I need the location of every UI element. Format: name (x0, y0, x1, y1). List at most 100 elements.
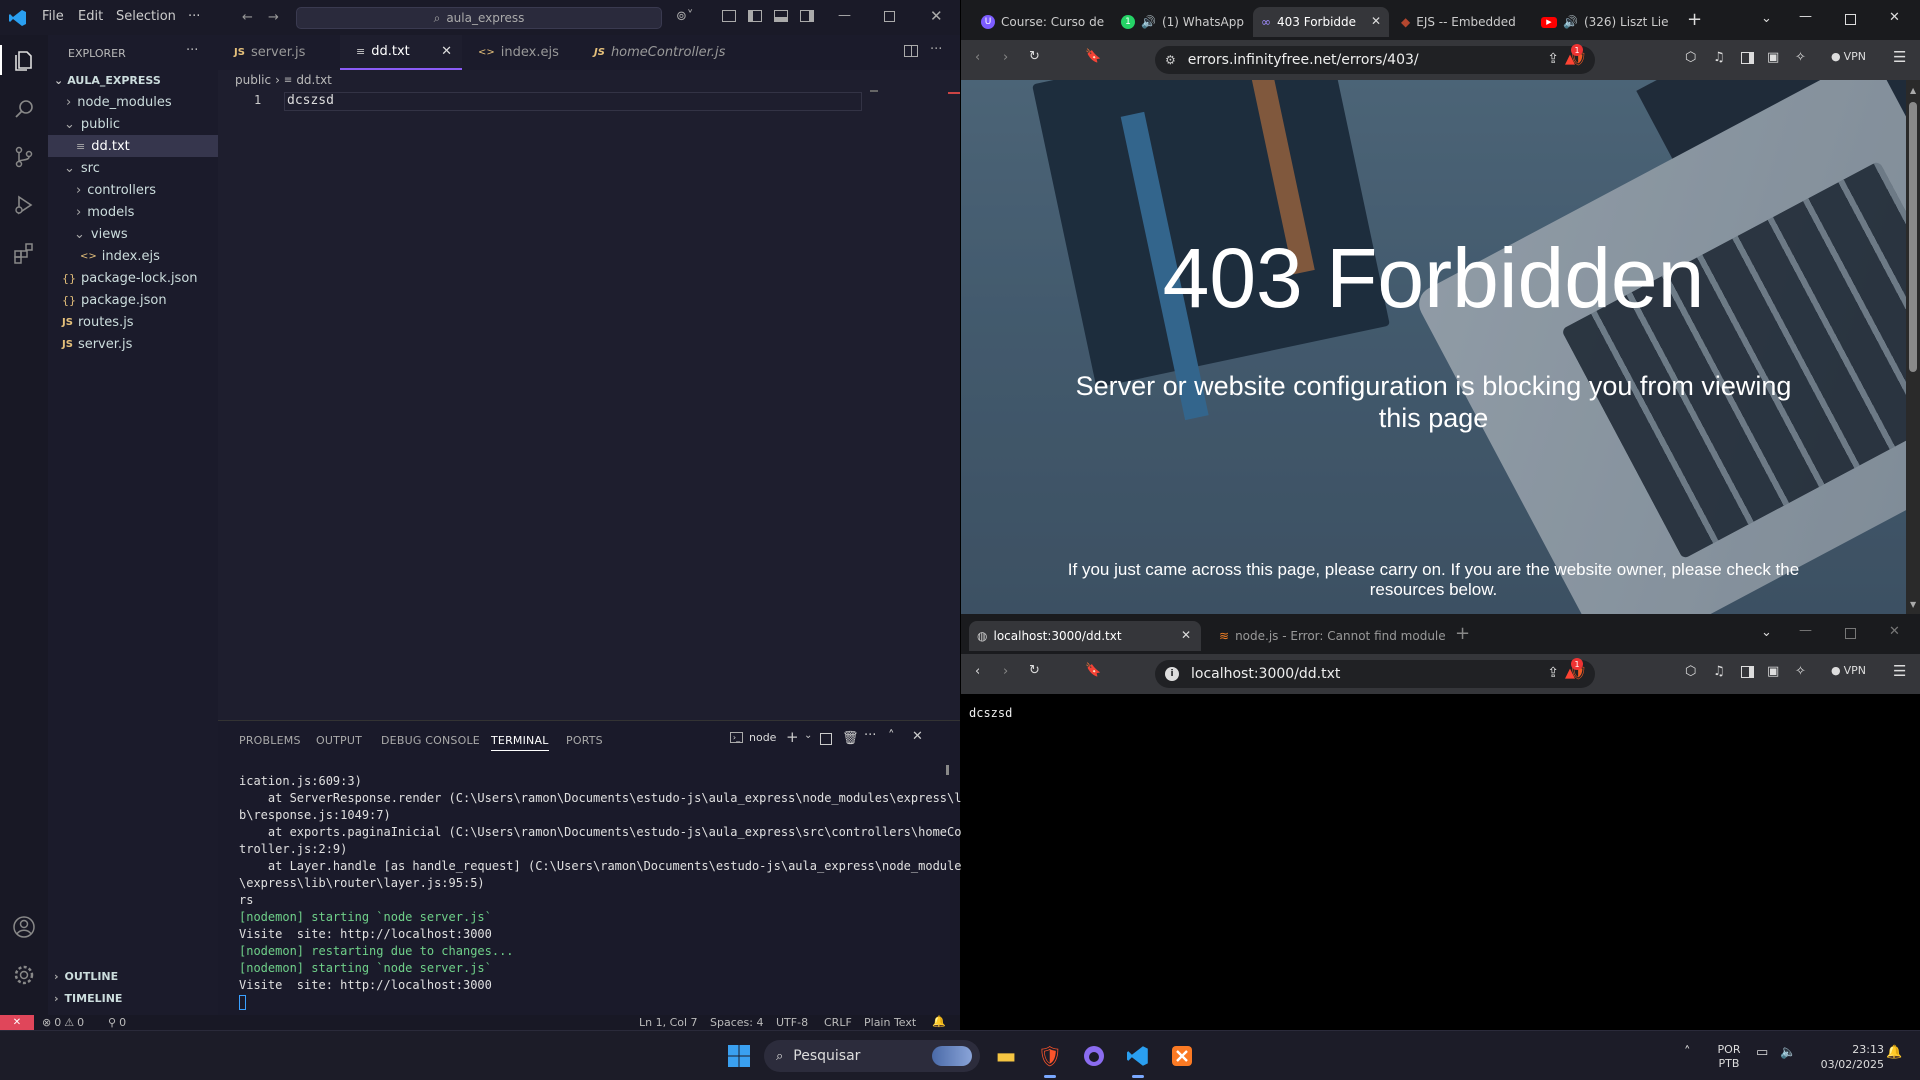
bell-icon[interactable]: 🔔 (932, 1015, 946, 1028)
browser-tab-whatsapp[interactable]: 1 🔊 (1) WhatsApp (1113, 7, 1249, 37)
leo-ai-icon[interactable]: ✧ (1795, 50, 1806, 65)
terminal-cursor[interactable] (239, 995, 246, 1010)
new-tab-plus-icon[interactable]: + (1687, 9, 1702, 30)
outline-section[interactable]: › OUTLINE (48, 965, 218, 987)
close-icon[interactable]: ✕ (930, 7, 943, 25)
tree-item-controllers[interactable]: › controllers (48, 179, 218, 201)
tab-close-icon[interactable]: ✕ (1181, 628, 1191, 642)
menu-selection[interactable]: Selection (116, 9, 176, 24)
timeline-section[interactable]: › TIMELINE (48, 987, 218, 1009)
close-icon[interactable]: ✕ (1889, 624, 1900, 639)
problems-indicator[interactable]: ⊗ 0 ⚠ 0 (42, 1015, 84, 1030)
menu-more[interactable]: ··· (188, 9, 200, 24)
scroll-down-icon[interactable]: ▼ (1910, 600, 1916, 609)
maximize-panel-icon[interactable]: ˄ (888, 729, 895, 744)
terminal-scrollbar[interactable] (946, 765, 949, 775)
sidebar-toggle-icon[interactable] (1741, 666, 1754, 678)
site-info-icon[interactable]: ⚙ (1165, 53, 1176, 67)
panel-tab-ports[interactable]: PORTS (566, 734, 603, 747)
bookmark-icon[interactable]: 🔖 (1085, 663, 1101, 678)
notification-bell-icon[interactable]: 🔔 (1886, 1045, 1902, 1060)
share-icon[interactable]: ⇪ (1547, 665, 1559, 681)
file-explorer-icon[interactable]: ▬ (990, 1040, 1022, 1072)
tray-chevron-up-icon[interactable]: ˄ (1684, 1045, 1691, 1060)
breadcrumb-file[interactable]: dd.txt (296, 73, 332, 87)
customize-layout-icon[interactable] (722, 10, 736, 22)
vscode-taskbar-icon[interactable] (1122, 1040, 1154, 1072)
tree-item-src[interactable]: ⌄ src (48, 157, 218, 179)
line-ending[interactable]: CRLF (824, 1016, 852, 1029)
extensions-icon[interactable]: ⬡ (1685, 50, 1696, 65)
run-debug-icon[interactable] (12, 193, 36, 217)
copilot-icon[interactable]: ⊚˅ (676, 9, 693, 24)
toggle-secondary-sidebar-icon[interactable] (800, 10, 814, 22)
tree-item-dd-txt[interactable]: ≡ dd.txt (48, 135, 218, 157)
language-mode[interactable]: Plain Text (864, 1016, 916, 1029)
tab-home-controller-js[interactable]: JS homeController.js (578, 35, 728, 70)
back-arrow-icon[interactable]: ← (242, 10, 253, 25)
forward-arrow-icon[interactable]: → (268, 10, 279, 25)
browser-tab-youtube[interactable]: ▶ 🔊 (326) Liszt Lie (1533, 7, 1669, 37)
toggle-sidebar-icon[interactable] (748, 10, 762, 22)
minimize-icon[interactable]: — (1799, 9, 1812, 24)
address-bar[interactable]: i localhost:3000/dd.txt ⇪ 🛡 (1155, 660, 1595, 688)
extensions-icon[interactable]: ⬡ (1685, 664, 1696, 679)
split-terminal-icon[interactable] (820, 733, 832, 745)
command-center-search[interactable]: ⌕ aula_express (296, 7, 662, 29)
taskbar-search[interactable]: ⌕ Pesquisar (764, 1040, 980, 1072)
tree-item-models[interactable]: › models (48, 201, 218, 223)
extensions-icon[interactable] (12, 241, 36, 265)
source-control-icon[interactable] (12, 145, 36, 169)
info-icon[interactable]: i (1165, 667, 1179, 681)
reload-icon[interactable]: ↻ (1029, 49, 1040, 64)
media-icon[interactable]: ♫ (1713, 50, 1725, 65)
close-panel-icon[interactable]: ✕ (912, 729, 923, 744)
forward-icon[interactable]: › (1003, 664, 1008, 679)
menu-edit[interactable]: Edit (78, 9, 103, 24)
panel-tab-debug-console[interactable]: DEBUG CONSOLE (381, 734, 480, 747)
split-editor-icon[interactable] (904, 45, 918, 57)
settings-gear-icon[interactable] (12, 963, 36, 987)
github-desktop-icon[interactable] (1078, 1040, 1110, 1072)
volume-icon[interactable]: 🔈 (1780, 1045, 1796, 1060)
editor-area[interactable]: public › ≡ dd.txt 1 dcszsd (218, 70, 960, 720)
maximize-icon[interactable] (1845, 14, 1856, 25)
panel-tab-terminal[interactable]: TERMINAL (491, 734, 549, 751)
ports-indicator[interactable]: ⚲ 0 (108, 1015, 126, 1030)
wallet-icon[interactable]: ▣ (1767, 664, 1779, 679)
tab-dd-txt[interactable]: ≡ dd.txt ✕ (340, 35, 462, 70)
panel-tab-output[interactable]: OUTPUT (316, 734, 362, 747)
trash-icon[interactable]: 🗑 (842, 731, 859, 746)
account-icon[interactable] (12, 915, 36, 939)
search-activity-icon[interactable] (12, 97, 36, 121)
tab-close-icon[interactable]: ✕ (441, 44, 452, 59)
maximize-icon[interactable] (1845, 628, 1856, 639)
address-bar[interactable]: ⚙ errors.infinityfree.net/errors/403/ ⇪ … (1155, 46, 1595, 74)
browser-tab-403[interactable]: ∞ 403 Forbidde ✕ (1253, 7, 1389, 37)
editor-more-icon[interactable]: ··· (930, 42, 942, 57)
panel-more-icon[interactable]: ··· (864, 728, 876, 743)
back-icon[interactable]: ‹ (975, 664, 980, 679)
remote-indicator-icon[interactable]: ✕ (0, 1015, 34, 1030)
panel-tab-problems[interactable]: PROBLEMS (239, 734, 301, 747)
chevron-down-icon[interactable]: ⌄ (804, 730, 812, 741)
new-terminal-plus-icon[interactable]: + (786, 728, 799, 746)
scrollbar-thumb[interactable] (1909, 102, 1917, 372)
tree-item-package-lock[interactable]: {} package-lock.json (48, 267, 218, 289)
editor-line-text[interactable]: dcszsd (287, 93, 334, 108)
tree-item-package-json[interactable]: {} package.json (48, 289, 218, 311)
tab-search-chevron-icon[interactable]: ⌄ (1761, 11, 1772, 26)
tab-close-icon[interactable]: ✕ (1371, 14, 1381, 28)
tree-item-views[interactable]: ⌄ views (48, 223, 218, 245)
explorer-icon[interactable] (12, 49, 36, 73)
toggle-panel-icon[interactable] (774, 10, 788, 22)
media-icon[interactable]: ♫ (1713, 664, 1725, 679)
vpn-button[interactable]: ● VPN (1831, 50, 1866, 63)
tree-item-server-js[interactable]: JS server.js (48, 333, 218, 355)
browser-tab-localhost[interactable]: ◍ localhost:3000/dd.txt ✕ (969, 621, 1201, 651)
brave-browser-icon[interactable]: 🛡 (1034, 1040, 1066, 1072)
back-icon[interactable]: ‹ (975, 50, 980, 65)
encoding[interactable]: UTF-8 (776, 1016, 808, 1029)
cursor-position[interactable]: Ln 1, Col 7 (639, 1016, 698, 1029)
tab-search-chevron-icon[interactable]: ⌄ (1761, 625, 1772, 640)
